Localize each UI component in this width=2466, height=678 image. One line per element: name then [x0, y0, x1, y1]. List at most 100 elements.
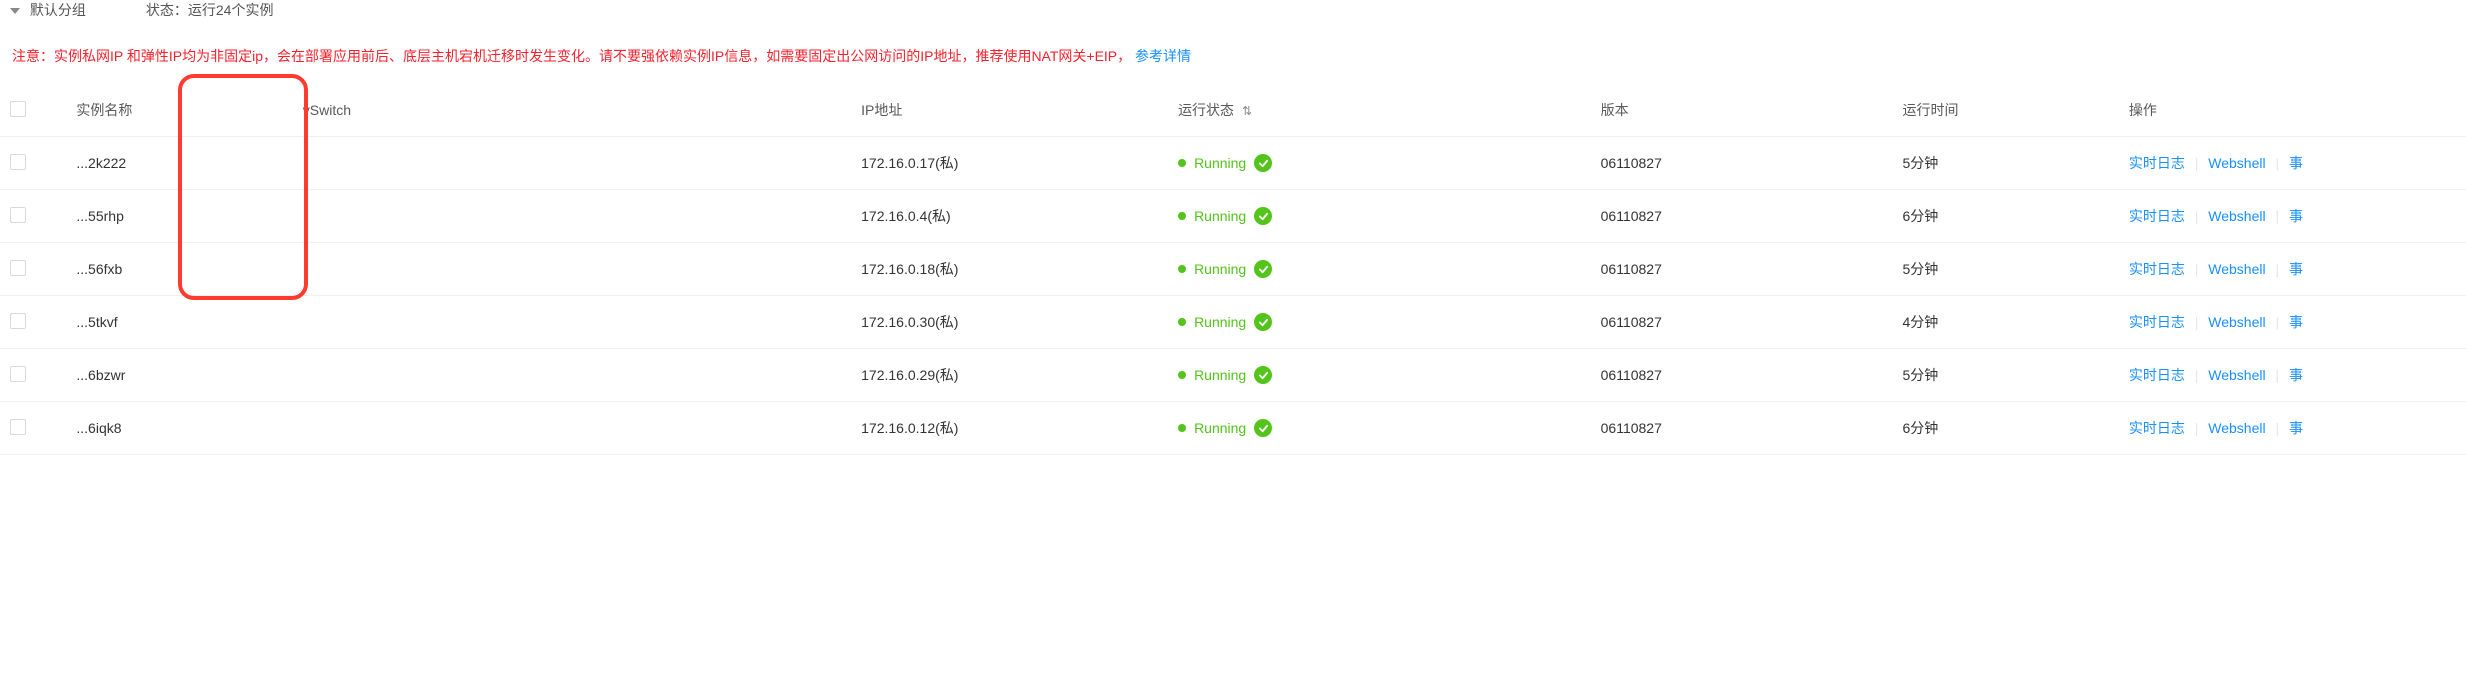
col-actions: 操作: [2119, 84, 2466, 137]
action-separator: |: [2195, 261, 2199, 277]
notice-link[interactable]: 参考详情: [1135, 48, 1191, 64]
realtime-log-link[interactable]: 实时日志: [2129, 367, 2185, 383]
status-dot-icon: [1178, 159, 1186, 167]
col-instance-name[interactable]: 实例名称: [66, 84, 292, 137]
realtime-log-link[interactable]: 实时日志: [2129, 420, 2185, 436]
action-separator: |: [2195, 420, 2199, 436]
col-version[interactable]: 版本: [1591, 84, 1893, 137]
table-row: ...56fxb 172.16.0.18(私) Running 06110827…: [0, 243, 2466, 296]
table-row: ...55rhp 172.16.0.4(私) Running 06110827 …: [0, 190, 2466, 243]
version-cell: 06110827: [1591, 402, 1893, 455]
version-cell: 06110827: [1591, 137, 1893, 190]
webshell-link[interactable]: Webshell: [2208, 155, 2265, 171]
instance-name[interactable]: ...56fxb: [66, 243, 292, 296]
status-dot-icon: [1178, 318, 1186, 326]
action-separator: |: [2275, 208, 2279, 224]
notice-bar: 注意：实例私网IP 和弹性IP均为非固定ip，会在部署应用前后、底层主机宕机迁移…: [0, 28, 2466, 84]
events-link[interactable]: 事: [2289, 261, 2303, 277]
status-cell: Running: [1178, 260, 1581, 278]
row-checkbox[interactable]: [10, 313, 26, 329]
runtime-cell: 6分钟: [1892, 190, 2118, 243]
table-row: ...5tkvf 172.16.0.30(私) Running 06110827…: [0, 296, 2466, 349]
col-runtime[interactable]: 运行时间: [1892, 84, 2118, 137]
instance-name[interactable]: ...6bzwr: [66, 349, 292, 402]
ip-address: 172.16.0.4(私): [851, 190, 1168, 243]
expand-toggle[interactable]: 默认分组: [10, 0, 86, 20]
check-icon: [1254, 260, 1272, 278]
action-separator: |: [2275, 367, 2279, 383]
status-cell: Running: [1178, 419, 1581, 437]
runtime-cell: 5分钟: [1892, 349, 2118, 402]
status-cell: Running: [1178, 154, 1581, 172]
col-vswitch[interactable]: vSwitch: [293, 84, 580, 137]
events-link[interactable]: 事: [2289, 420, 2303, 436]
ip-address: 172.16.0.17(私): [851, 137, 1168, 190]
webshell-link[interactable]: Webshell: [2208, 261, 2265, 277]
action-separator: |: [2275, 420, 2279, 436]
notice-text: 注意：实例私网IP 和弹性IP均为非固定ip，会在部署应用前后、底层主机宕机迁移…: [12, 48, 1131, 64]
events-link[interactable]: 事: [2289, 208, 2303, 224]
vswitch-cell: [293, 190, 580, 243]
realtime-log-link[interactable]: 实时日志: [2129, 314, 2185, 330]
table-row: ...6iqk8 172.16.0.12(私) Running 06110827…: [0, 402, 2466, 455]
table-row: ...6bzwr 172.16.0.29(私) Running 06110827…: [0, 349, 2466, 402]
status-cell: Running: [1178, 207, 1581, 225]
instance-name[interactable]: ...55rhp: [66, 190, 292, 243]
check-icon: [1254, 207, 1272, 225]
check-icon: [1254, 366, 1272, 384]
row-checkbox[interactable]: [10, 419, 26, 435]
webshell-link[interactable]: Webshell: [2208, 208, 2265, 224]
col-ip[interactable]: IP地址: [851, 84, 1168, 137]
action-separator: |: [2195, 367, 2199, 383]
status-text: Running: [1194, 155, 1246, 171]
row-checkbox[interactable]: [10, 207, 26, 223]
webshell-link[interactable]: Webshell: [2208, 314, 2265, 330]
realtime-log-link[interactable]: 实时日志: [2129, 155, 2185, 171]
ip-address: 172.16.0.30(私): [851, 296, 1168, 349]
ip-address: 172.16.0.12(私): [851, 402, 1168, 455]
ip-address: 172.16.0.29(私): [851, 349, 1168, 402]
ip-address: 172.16.0.18(私): [851, 243, 1168, 296]
select-all-checkbox[interactable]: [10, 101, 26, 117]
status-cell: Running: [1178, 366, 1581, 384]
col-status[interactable]: 运行状态 ⇅: [1168, 84, 1591, 137]
instances-table: 实例名称 vSwitch IP地址 运行状态 ⇅ 版本 运行时间 操作 ...2…: [0, 84, 2466, 455]
instance-name[interactable]: ...6iqk8: [66, 402, 292, 455]
status-summary: 状态：运行24个实例: [146, 0, 274, 20]
chevron-down-icon: [10, 8, 20, 14]
events-link[interactable]: 事: [2289, 367, 2303, 383]
status-text: Running: [1194, 420, 1246, 436]
status-dot-icon: [1178, 371, 1186, 379]
status-text: Running: [1194, 208, 1246, 224]
status-dot-icon: [1178, 424, 1186, 432]
webshell-link[interactable]: Webshell: [2208, 367, 2265, 383]
sort-icon: ⇅: [1242, 104, 1252, 118]
vswitch-cell: [293, 243, 580, 296]
table-row: ...2k222 172.16.0.17(私) Running 06110827…: [0, 137, 2466, 190]
realtime-log-link[interactable]: 实时日志: [2129, 261, 2185, 277]
version-cell: 06110827: [1591, 349, 1893, 402]
runtime-cell: 5分钟: [1892, 243, 2118, 296]
status-dot-icon: [1178, 265, 1186, 273]
webshell-link[interactable]: Webshell: [2208, 420, 2265, 436]
vswitch-cell: [293, 137, 580, 190]
action-separator: |: [2275, 261, 2279, 277]
check-icon: [1254, 419, 1272, 437]
vswitch-cell: [293, 296, 580, 349]
runtime-cell: 4分钟: [1892, 296, 2118, 349]
status-text: Running: [1194, 367, 1246, 383]
events-link[interactable]: 事: [2289, 314, 2303, 330]
row-checkbox[interactable]: [10, 154, 26, 170]
vswitch-cell: [293, 349, 580, 402]
instance-name[interactable]: ...5tkvf: [66, 296, 292, 349]
status-text: Running: [1194, 261, 1246, 277]
action-separator: |: [2195, 314, 2199, 330]
action-separator: |: [2195, 208, 2199, 224]
realtime-log-link[interactable]: 实时日志: [2129, 208, 2185, 224]
runtime-cell: 5分钟: [1892, 137, 2118, 190]
events-link[interactable]: 事: [2289, 155, 2303, 171]
row-checkbox[interactable]: [10, 366, 26, 382]
instance-name[interactable]: ...2k222: [66, 137, 292, 190]
row-checkbox[interactable]: [10, 260, 26, 276]
version-cell: 06110827: [1591, 296, 1893, 349]
